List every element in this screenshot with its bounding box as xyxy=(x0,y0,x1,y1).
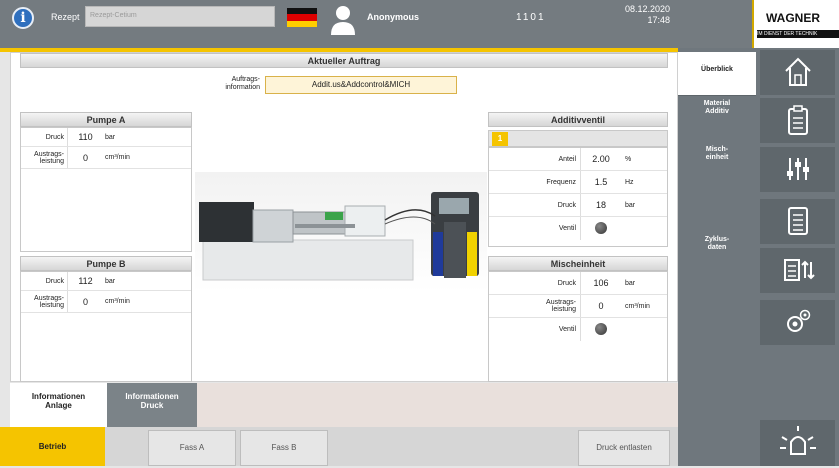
druck-unit: bar xyxy=(105,134,116,141)
anteil-unit: % xyxy=(625,156,632,163)
anteil-value: 2.00 xyxy=(592,154,610,164)
druck-unit: bar xyxy=(625,202,636,209)
ventil-status-indicator xyxy=(595,222,607,234)
brand-logo: WAGNER IM DIENST DER TECHNIK xyxy=(752,0,839,48)
anteil-row: Anteil 2.00 % xyxy=(489,148,667,171)
leistung-value: 0 xyxy=(82,153,88,163)
pumpe-a-druck-row: Druck 110 bar xyxy=(21,128,191,147)
transfer-icon[interactable] xyxy=(760,248,835,293)
additivventil-tabs: 1 xyxy=(488,130,668,147)
tab-informationen-anlage[interactable]: Informationen Anlage xyxy=(10,383,107,427)
anteil-label: Anteil xyxy=(489,148,581,170)
machine-illustration xyxy=(195,172,487,292)
nav-material-additiv[interactable]: Material Additiv xyxy=(678,100,756,116)
fass-b-button[interactable]: Fass B xyxy=(240,430,328,466)
leistung-label: Austrags- leistung xyxy=(21,147,68,168)
ventil-row: Ventil xyxy=(489,217,667,240)
fass-a-button[interactable]: Fass A xyxy=(148,430,236,466)
mischeinheit-title: Mischeinheit xyxy=(488,256,668,271)
druck-row: Druck 106 bar xyxy=(489,272,667,295)
settings-icon[interactable] xyxy=(760,300,835,345)
ventil-label: Ventil xyxy=(489,318,581,341)
druck-unit: bar xyxy=(625,280,636,287)
rezept-label: Rezept xyxy=(51,12,80,22)
nav-zyklusdaten[interactable]: Zyklus- daten xyxy=(678,236,756,252)
date-text: 08.12.2020 xyxy=(624,4,670,14)
rezept-field[interactable]: Rezept-Cetium xyxy=(85,6,275,27)
additivventil-panel: Anteil 2.00 % Frequenz 1.5 Hz Druck 18 b… xyxy=(488,147,668,247)
leistung-unit: cm³/min xyxy=(625,303,650,310)
druck-row: Druck 18 bar xyxy=(489,194,667,217)
leistung-label: Austrags- leistung xyxy=(21,291,68,312)
auftrag-title: Aktueller Auftrag xyxy=(20,53,668,68)
pumpe-b-title: Pumpe B xyxy=(20,256,192,271)
auftrag-label: Auftrags- information xyxy=(225,76,260,91)
druck-label: Druck xyxy=(489,194,581,216)
ventil-row: Ventil xyxy=(489,318,667,341)
frequenz-label: Frequenz xyxy=(489,171,581,193)
leistung-label: Austrags- leistung xyxy=(489,295,581,317)
language-flag-icon[interactable] xyxy=(287,8,317,27)
list-icon[interactable] xyxy=(760,199,835,244)
nav-divider xyxy=(678,95,756,96)
leistung-unit: cm³/min xyxy=(105,298,130,305)
frequenz-value: 1.5 xyxy=(594,177,608,187)
status-code: 1101 xyxy=(516,12,546,23)
brand-subline: IM DIENST DER TECHNIK xyxy=(757,30,839,38)
user-icon[interactable] xyxy=(330,3,356,35)
auftrag-value: Addit.us&Addcontrol&MICH xyxy=(265,76,457,94)
info-icon: i xyxy=(12,7,34,29)
time-text: 17:48 xyxy=(647,15,670,25)
bottom-strip xyxy=(197,383,678,427)
nav-mischeinheit[interactable]: Misch- einheit xyxy=(678,146,756,162)
mischeinheit-panel: Druck 106 bar Austrags- leistung 0 cm³/m… xyxy=(488,271,668,382)
druck-value: 112 xyxy=(78,276,93,286)
nav-uberblick[interactable]: Überblick xyxy=(678,52,756,95)
tab-ventil-1[interactable]: 1 xyxy=(492,132,508,146)
sliders-icon[interactable] xyxy=(760,147,835,192)
frequenz-row: Frequenz 1.5 Hz xyxy=(489,171,667,194)
date-time: 08.12.2020 17:48 xyxy=(610,4,670,26)
ventil-status-indicator xyxy=(595,323,607,335)
druck-value: 18 xyxy=(595,200,606,210)
tab-informationen-druck[interactable]: Informationen Druck xyxy=(107,383,197,427)
alarm-icon[interactable] xyxy=(760,420,835,466)
pumpe-b-druck-row: Druck 112 bar xyxy=(21,272,191,291)
pumpe-a-title: Pumpe A xyxy=(20,112,192,127)
pumpe-a-panel: Druck 110 bar Austrags- leistung 0 cm³/m… xyxy=(20,127,192,252)
pumpe-b-panel: Druck 112 bar Austrags- leistung 0 cm³/m… xyxy=(20,271,192,382)
additivventil-title: Additivventil xyxy=(488,112,668,127)
druck-label: Druck xyxy=(21,128,68,146)
pumpe-a-leistung-row: Austrags- leistung 0 cm³/min xyxy=(21,147,191,169)
druck-entlasten-button[interactable]: Druck entlasten xyxy=(578,430,670,466)
leistung-row: Austrags- leistung 0 cm³/min xyxy=(489,295,667,318)
clipboard-icon[interactable] xyxy=(760,98,835,143)
druck-value: 106 xyxy=(593,278,609,288)
leistung-unit: cm³/min xyxy=(105,154,130,161)
betrieb-button[interactable]: Betrieb xyxy=(0,427,105,466)
druck-unit: bar xyxy=(105,278,116,285)
pumpe-b-leistung-row: Austrags- leistung 0 cm³/min xyxy=(21,291,191,313)
druck-label: Druck xyxy=(21,272,68,290)
druck-value: 110 xyxy=(78,132,93,142)
druck-label: Druck xyxy=(489,272,581,294)
info-button[interactable]: i xyxy=(12,3,36,33)
ventil-label: Ventil xyxy=(489,217,581,240)
user-name: Anonymous xyxy=(367,12,420,22)
frequenz-unit: Hz xyxy=(625,179,634,186)
brand-name: WAGNER xyxy=(766,11,820,25)
leistung-value: 0 xyxy=(598,301,604,311)
home-icon[interactable] xyxy=(760,50,835,95)
leistung-value: 0 xyxy=(82,297,88,307)
